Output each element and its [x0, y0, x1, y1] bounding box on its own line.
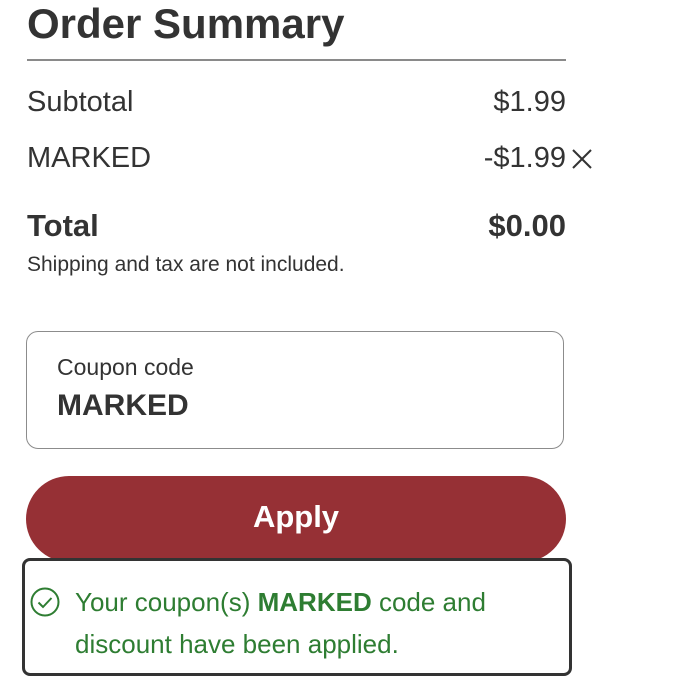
success-message-code: MARKED: [257, 587, 372, 617]
coupon-code-field[interactable]: Coupon code: [26, 331, 564, 449]
total-row: Total $0.00: [27, 204, 566, 248]
success-message-text: Your coupon(s) MARKED code and discount …: [75, 581, 555, 665]
subtotal-row: Subtotal $1.99: [27, 80, 566, 124]
coupon-code-input[interactable]: [57, 386, 527, 426]
close-icon[interactable]: [570, 146, 594, 170]
title-divider: [27, 59, 566, 61]
total-value: $0.00: [488, 208, 566, 243]
subtotal-value: $1.99: [493, 85, 566, 118]
subtotal-label: Subtotal: [27, 85, 134, 118]
page-title: Order Summary: [27, 0, 345, 47]
coupon-discount-label: MARKED: [27, 141, 152, 174]
coupon-code-label: Coupon code: [57, 354, 194, 380]
coupon-discount-value: -$1.99: [483, 141, 566, 174]
success-message-prefix: Your coupon(s): [75, 587, 258, 617]
apply-button[interactable]: Apply: [26, 476, 566, 562]
coupon-discount-row: MARKED -$1.99: [27, 136, 592, 180]
coupon-discount-value-group: -$1.99: [483, 141, 592, 175]
total-label: Total: [27, 208, 99, 243]
shipping-tax-note: Shipping and tax are not included.: [27, 253, 345, 276]
check-circle-icon: [29, 586, 61, 618]
coupon-success-message: Your coupon(s) MARKED code and discount …: [22, 558, 572, 676]
